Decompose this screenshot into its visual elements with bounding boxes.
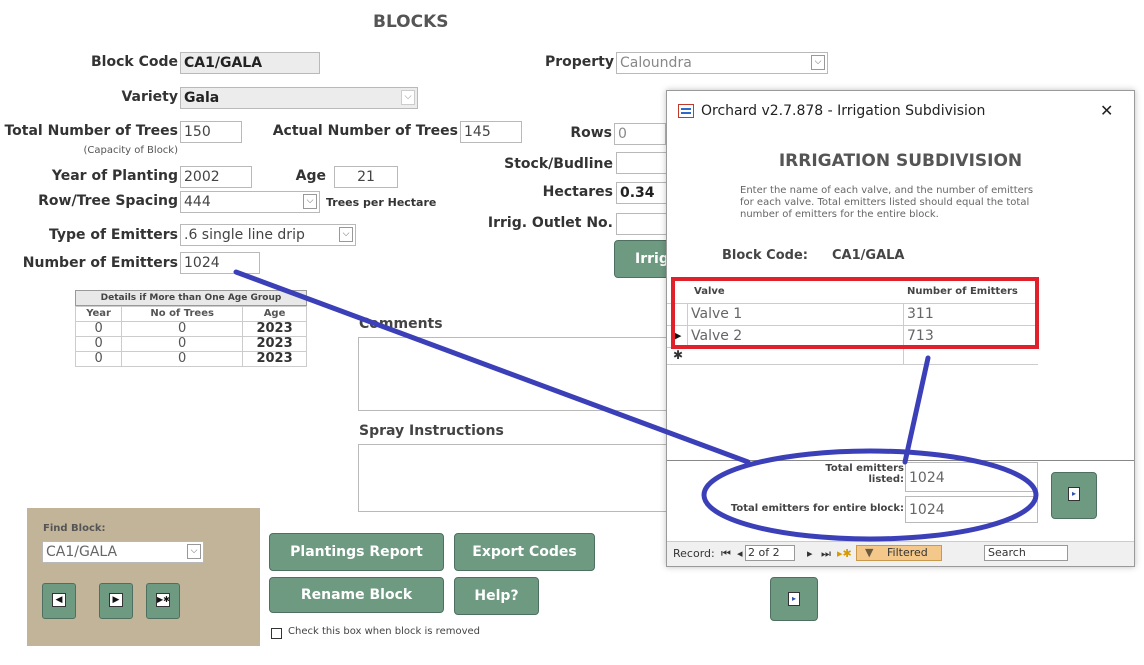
annotation-arrow-line	[902, 355, 931, 465]
annotation-ellipse	[701, 448, 1039, 542]
annotation-arrow-line	[233, 269, 751, 465]
annotation-overlay	[233, 269, 1039, 542]
